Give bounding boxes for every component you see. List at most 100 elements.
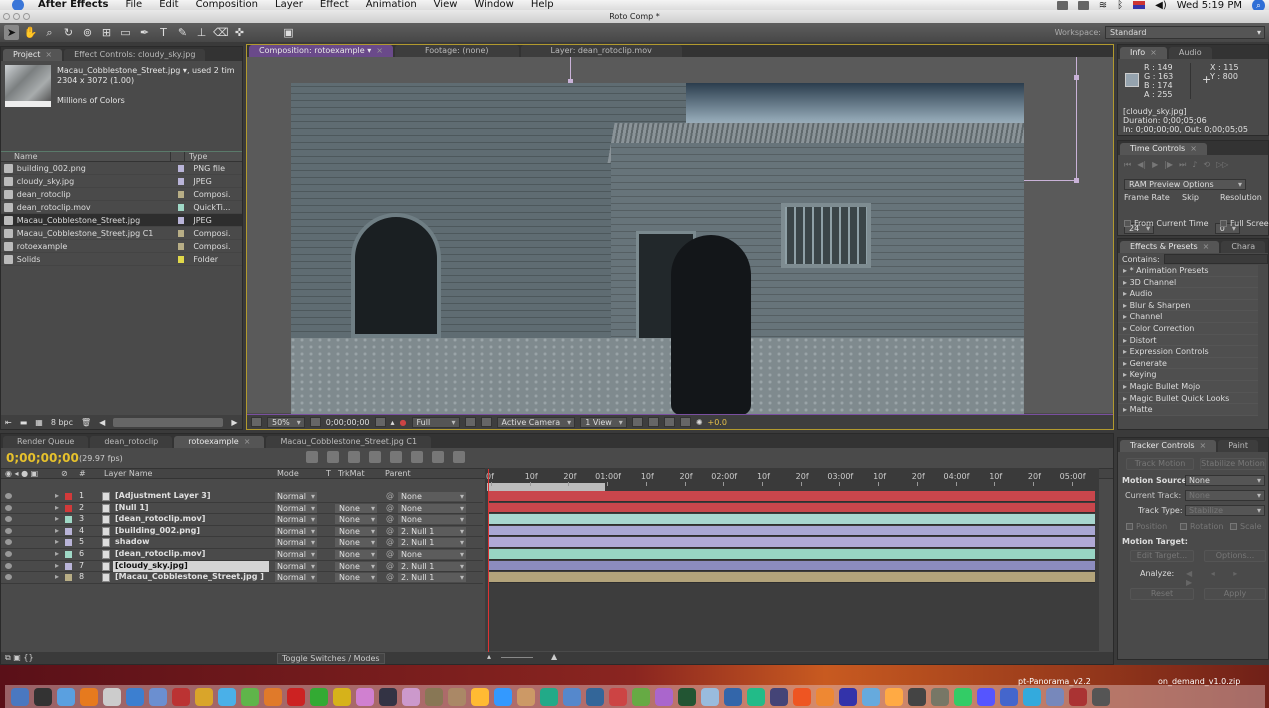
flowchart-icon[interactable] <box>679 417 691 427</box>
expand-triangle-icon[interactable]: ▸ <box>55 514 59 523</box>
project-item[interactable]: Macau_Cobblestone_Street.jpg JPEG <box>1 214 242 227</box>
trkmat-select[interactable]: None <box>335 550 377 559</box>
layer-name[interactable]: [dean_rotoclip.mov] <box>113 549 269 560</box>
menu-help[interactable]: Help <box>531 0 554 10</box>
label-color[interactable] <box>177 190 185 198</box>
trash-icon[interactable]: 🗑 <box>81 418 91 427</box>
interpret-footage-icon[interactable]: ⇤ <box>5 418 12 427</box>
effect-category[interactable]: Blur & Sharpen <box>1118 299 1258 312</box>
effects-search-input[interactable] <box>1163 254 1268 264</box>
mode-select[interactable]: Normal <box>275 550 317 559</box>
brainstorm-icon[interactable] <box>432 451 444 463</box>
label-color[interactable] <box>177 229 185 237</box>
apple-menu-icon[interactable] <box>12 0 24 10</box>
mode-select[interactable]: Normal <box>275 503 317 513</box>
orbit-camera-tool-icon[interactable]: ⊚ <box>80 25 95 40</box>
effect-category[interactable]: Color Correction <box>1118 322 1258 335</box>
exposure-icon[interactable]: ✺ <box>696 418 703 427</box>
always-preview-icon[interactable] <box>251 417 262 427</box>
layer-duration-bar[interactable] <box>488 514 1095 525</box>
pickwhip-icon[interactable]: @ <box>386 514 394 523</box>
pixel-aspect-icon[interactable] <box>631 417 643 427</box>
project-item[interactable]: cloudy_sky.jpg JPEG <box>1 175 242 188</box>
label-color[interactable] <box>177 203 185 211</box>
trkmat-select[interactable]: None <box>335 503 377 513</box>
spotlight-icon[interactable]: ⌕ <box>1252 0 1265 10</box>
camera-select[interactable]: Active Camera <box>496 416 576 428</box>
project-item[interactable]: rotoexample Composi. <box>1 240 242 253</box>
parent-select[interactable]: None <box>398 492 466 501</box>
trkmat-select[interactable]: None <box>335 538 377 548</box>
dock-app-icon[interactable] <box>241 687 259 706</box>
tab-project[interactable]: Project × <box>3 49 63 61</box>
layer-row[interactable]: ▸ 5 shadow Normal None @2. Null 1 <box>1 537 483 549</box>
first-frame-icon[interactable]: ⏮ <box>1124 160 1131 170</box>
show-snapshot-icon[interactable]: ▴ <box>391 418 395 427</box>
dock-app-icon[interactable] <box>402 687 420 706</box>
effect-category[interactable]: Magic Bullet Quick Looks <box>1118 392 1258 405</box>
menu-window[interactable]: Window <box>474 0 513 10</box>
previous-frame-icon[interactable]: ◀| <box>1137 160 1146 170</box>
project-item[interactable]: building_002.png PNG file <box>1 162 242 175</box>
play-icon[interactable]: ▶ <box>1152 160 1158 170</box>
dock-app-icon[interactable] <box>1069 687 1087 706</box>
tab-tracker-controls[interactable]: Tracker Controls × <box>1120 440 1217 452</box>
current-time[interactable]: 0;00;00;00 <box>326 418 370 427</box>
tab-effects-presets[interactable]: Effects & Presets × <box>1120 241 1220 253</box>
effect-category[interactable]: Channel <box>1118 311 1258 323</box>
motion-source-select[interactable]: None <box>1185 475 1265 486</box>
shy-layers-icon[interactable] <box>369 451 381 463</box>
current-time-indicator[interactable] <box>488 469 489 654</box>
drive-icon[interactable] <box>1056 0 1068 10</box>
eye-icon[interactable] <box>5 516 12 523</box>
from-current-time-checkbox[interactable]: From Current Time <box>1124 219 1209 228</box>
close-window-button[interactable] <box>3 13 10 20</box>
tab-composition[interactable]: Composition: rotoexample ▾ × <box>249 45 393 57</box>
expand-triangle-icon[interactable]: ▸ <box>55 491 59 500</box>
layer-name[interactable]: [building_002.png] <box>113 526 269 537</box>
tab-effect-controls[interactable]: Effect Controls: cloudy_sky.jpg <box>64 49 206 61</box>
parent-select[interactable]: None <box>398 550 466 559</box>
mode-select[interactable]: Normal <box>275 561 317 571</box>
expand-triangle-icon[interactable]: ▸ <box>55 503 59 512</box>
eye-icon[interactable] <box>5 574 12 581</box>
resolution-select[interactable]: Full <box>411 416 460 428</box>
layer-handle[interactable] <box>1074 178 1079 183</box>
mode-select[interactable]: Normal <box>275 492 317 501</box>
label-color[interactable] <box>65 574 72 582</box>
tab-time-controls[interactable]: Time Controls × <box>1120 143 1207 155</box>
wifi-icon[interactable]: ≋ <box>1099 0 1107 10</box>
project-item[interactable]: Solids Folder <box>1 253 242 266</box>
dock-app-icon[interactable] <box>1092 687 1110 706</box>
toggle-switches-modes-button[interactable]: Toggle Switches / Modes <box>277 653 385 664</box>
dock-app-icon[interactable] <box>218 687 236 706</box>
dock-app-icon[interactable] <box>908 687 926 706</box>
dock-app-icon[interactable] <box>931 687 949 706</box>
axis-mode-icon[interactable]: ▣ <box>281 25 296 40</box>
workspace-select[interactable]: Standard <box>1105 26 1265 39</box>
graph-editor-icon[interactable] <box>453 451 465 463</box>
eye-icon[interactable] <box>5 539 12 546</box>
safe-zones-icon[interactable] <box>309 417 321 427</box>
label-color[interactable] <box>65 562 72 570</box>
selected-item-name[interactable]: Macau_Cobblestone_Street.jpg ▾, used 2 t… <box>57 66 235 76</box>
mode-select[interactable]: Normal <box>275 526 317 536</box>
eye-icon[interactable] <box>5 493 12 499</box>
trkmat-select[interactable]: None <box>335 573 377 583</box>
label-color[interactable] <box>177 164 185 172</box>
apply-button[interactable]: Apply <box>1204 588 1266 600</box>
dock-app-icon[interactable] <box>103 687 121 706</box>
magnification-select[interactable]: 50% <box>267 416 305 428</box>
layer-name[interactable]: [cloudy_sky.jpg] <box>113 560 269 572</box>
dock-app-icon[interactable] <box>1023 687 1041 706</box>
mode-select[interactable]: Normal <box>275 573 317 583</box>
position-checkbox[interactable]: Position <box>1126 522 1167 531</box>
dock-app-icon[interactable] <box>264 687 282 706</box>
label-color[interactable] <box>65 493 72 500</box>
parent-select[interactable]: None <box>398 503 466 513</box>
layer-duration-bar[interactable] <box>488 560 1095 572</box>
fast-previews-icon[interactable] <box>647 417 659 427</box>
effect-category[interactable]: Distort <box>1118 334 1258 347</box>
bluetooth-icon[interactable]: ᛒ <box>1117 0 1123 10</box>
scroll-right-icon[interactable]: ▶ <box>231 418 237 427</box>
